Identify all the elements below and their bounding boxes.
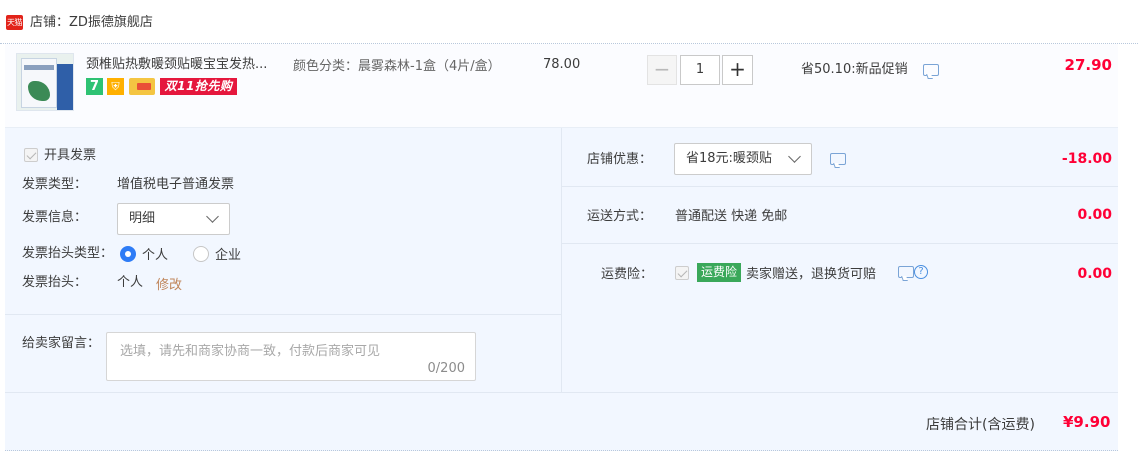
insurance-checkbox[interactable] bbox=[675, 266, 689, 280]
edit-invoice-link[interactable]: 修改 bbox=[156, 274, 182, 293]
shipping-label: 运送方式： bbox=[587, 209, 653, 224]
insurance-text: 卖家赠送，退换货可赔 bbox=[746, 267, 877, 282]
radio-personal[interactable] bbox=[120, 246, 136, 262]
shipping-amount: 0.00 bbox=[1077, 207, 1112, 223]
message-textarea[interactable]: 选填，请先和商家协商一致，付款后商家可见 0/200 bbox=[106, 332, 476, 381]
tmall-logo-icon: 天猫 bbox=[6, 15, 23, 30]
invoice-info-label: 发票信息： bbox=[22, 210, 88, 225]
help-icon[interactable]: ? bbox=[914, 265, 928, 279]
quantity-input[interactable]: 1 bbox=[680, 55, 720, 85]
invoice-info-select[interactable]: 明细 bbox=[117, 203, 230, 235]
divider bbox=[5, 392, 1118, 393]
message-placeholder: 选填，请先和商家协商一致，付款后商家可见 bbox=[120, 344, 381, 359]
divider bbox=[562, 186, 1118, 187]
shipping-value: 普通配送 快递 免邮 bbox=[675, 209, 788, 224]
product-thumbnail[interactable] bbox=[16, 53, 74, 111]
product-title-link[interactable]: 颈椎贴热敷暖颈贴暖宝宝发热... bbox=[86, 56, 286, 73]
store-discount-select[interactable]: 省18元:暖颈贴 bbox=[674, 143, 812, 175]
store-total-label: 店铺合计(含运费) bbox=[926, 417, 1035, 433]
store-total-value: ¥9.90 bbox=[1063, 413, 1111, 431]
invoice-title-type-label: 发票抬头类型： bbox=[22, 246, 114, 261]
invoice-title-value: 个人 bbox=[117, 275, 144, 290]
invoice-type-label: 发票类型： bbox=[22, 177, 88, 192]
discount-info-icon[interactable] bbox=[830, 153, 846, 165]
radio-company[interactable] bbox=[193, 246, 209, 262]
insurance-info-icon[interactable] bbox=[898, 266, 914, 278]
invoice-checkbox[interactable] bbox=[24, 148, 38, 162]
invoice-type-value: 增值税电子普通发票 bbox=[117, 177, 235, 192]
increase-quantity-button[interactable]: + bbox=[722, 55, 753, 85]
sku-info: 颜色分类：晨雾森林-1盒（4片/盒） bbox=[293, 59, 501, 74]
shield-icon[interactable]: ⛨ bbox=[107, 78, 124, 95]
chevron-down-icon bbox=[206, 210, 219, 223]
shop-header bbox=[0, 0, 1138, 44]
chevron-down-icon bbox=[788, 150, 801, 163]
store-discount-label: 店铺优惠： bbox=[587, 152, 653, 167]
card-icon[interactable] bbox=[129, 78, 155, 95]
radio-personal-label[interactable]: 个人 bbox=[142, 247, 168, 264]
radio-company-label[interactable]: 企业 bbox=[215, 247, 241, 264]
seven-day-return-icon[interactable]: 7 bbox=[86, 78, 103, 95]
invoice-info-value: 明细 bbox=[129, 211, 156, 226]
promotion-text: 省50.10:新品促销 bbox=[801, 62, 908, 77]
divider bbox=[561, 128, 562, 393]
message-counter: 0/200 bbox=[427, 361, 465, 376]
item-subtotal: 27.90 bbox=[1064, 56, 1112, 74]
insurance-amount: 0.00 bbox=[1077, 266, 1112, 282]
divider bbox=[5, 314, 561, 315]
message-label: 给卖家留言： bbox=[22, 336, 101, 351]
invoice-toggle-label: 开具发票 bbox=[44, 148, 97, 163]
invoice-title-label: 发票抬头： bbox=[22, 275, 88, 290]
divider bbox=[562, 243, 1118, 244]
store-discount-value: 省18元:暖颈贴 bbox=[686, 151, 772, 166]
decrease-quantity-button[interactable]: − bbox=[647, 55, 677, 85]
promotion-info-icon[interactable] bbox=[923, 64, 939, 76]
insurance-badge: 运费险 bbox=[697, 263, 741, 282]
promo-tag: 双11抢先购 bbox=[160, 78, 237, 95]
insurance-label: 运费险： bbox=[601, 267, 654, 282]
unit-price: 78.00 bbox=[543, 57, 581, 72]
shop-name-link[interactable]: 店铺：ZD振德旗舰店 bbox=[30, 14, 153, 31]
discount-amount: -18.00 bbox=[1061, 151, 1112, 167]
